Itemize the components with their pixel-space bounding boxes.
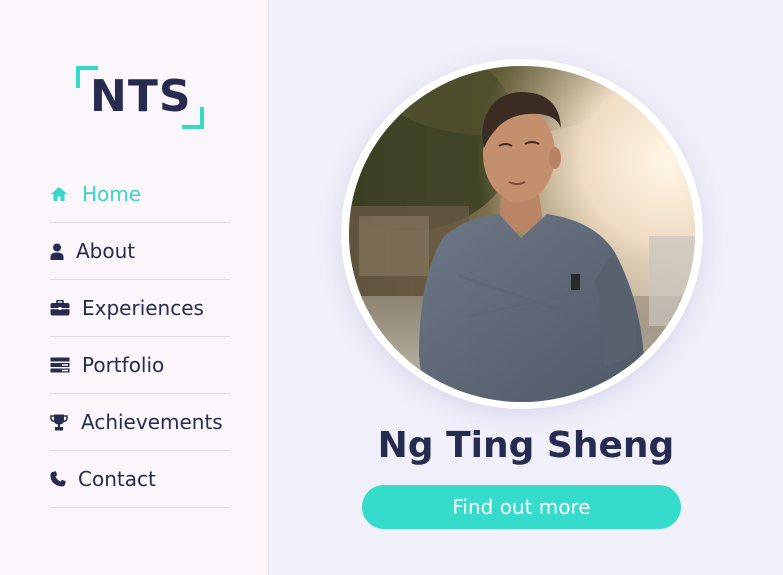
nav-item-about[interactable]: About bbox=[50, 223, 230, 280]
sidebar: NTS Home About Experiences Portfolio Ach… bbox=[0, 0, 269, 575]
nav-item-label: About bbox=[76, 239, 136, 263]
find-out-more-button[interactable]: Find out more bbox=[362, 485, 681, 529]
profile-name: Ng Ting Sheng bbox=[377, 425, 675, 466]
main-content: Ng Ting Sheng Find out more bbox=[269, 0, 783, 575]
nav-item-label: Portfolio bbox=[82, 353, 165, 377]
briefcase-icon bbox=[50, 298, 74, 318]
nav-item-label: Experiences bbox=[82, 296, 204, 320]
logo-text: NTS bbox=[90, 71, 192, 122]
nav-item-achievements[interactable]: Achievements bbox=[50, 394, 230, 451]
phone-icon bbox=[50, 469, 70, 489]
logo-bracket-bottom-right bbox=[182, 107, 204, 129]
nav-item-label: Achievements bbox=[81, 410, 223, 434]
nav-item-home[interactable]: Home bbox=[50, 166, 230, 223]
nav-item-label: Contact bbox=[78, 467, 156, 491]
logo[interactable]: NTS bbox=[76, 66, 204, 129]
home-icon bbox=[50, 184, 74, 204]
nav-item-label: Home bbox=[82, 182, 142, 206]
nav-item-contact[interactable]: Contact bbox=[50, 451, 230, 508]
layers-icon bbox=[50, 355, 74, 375]
user-icon bbox=[50, 241, 68, 261]
trophy-icon bbox=[50, 412, 72, 432]
sidebar-nav: Home About Experiences Portfolio Achieve… bbox=[50, 166, 230, 508]
profile-photo bbox=[349, 66, 695, 402]
profile-photo-frame bbox=[341, 59, 703, 409]
app: NTS Home About Experiences Portfolio Ach… bbox=[0, 0, 783, 575]
nav-item-portfolio[interactable]: Portfolio bbox=[50, 337, 230, 394]
nav-item-experiences[interactable]: Experiences bbox=[50, 280, 230, 337]
